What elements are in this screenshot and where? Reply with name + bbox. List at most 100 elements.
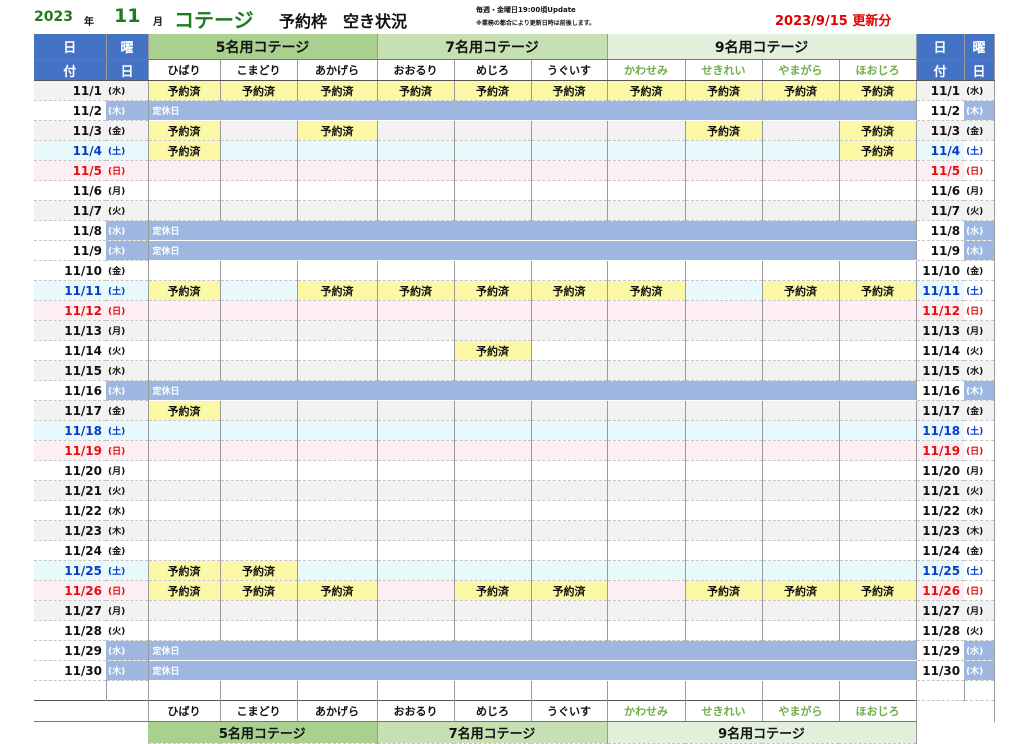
slot-cell [685,540,763,561]
day-row: 11/28 (火) 11/28 (火) [34,620,995,641]
slot-cell [762,400,840,421]
slot-cell [839,620,917,641]
slot-cell [220,600,298,621]
slot-cell [607,620,686,641]
date-cell: 11/29 [34,640,106,661]
weekday-cell-right: (日) [964,580,995,601]
slot-cell: 予約済 [148,580,221,601]
day-row: 11/15 (水) 11/15 (水) [34,360,995,381]
slot-cell: 予約済 [762,80,840,101]
date-cell-right: 11/17 [916,400,965,421]
slot-cell: 予約済 [297,120,378,141]
date-cell-right: 11/12 [916,300,965,321]
empty-cell [916,722,994,744]
slot-cell [839,500,917,521]
day-row: 11/4 (土) 予約済 予約済 11/4 (土) [34,140,995,161]
slot-cell [297,340,378,361]
slot-cell [531,460,608,481]
slot-cell [762,540,840,561]
cottage-name: ほおじろ [839,700,917,722]
empty-cell [762,680,840,701]
weekday-cell-right: (土) [964,560,995,581]
weekday-cell-right: (水) [964,640,995,661]
booked-label: 予約済 [784,584,818,598]
date-cell-right: 11/5 [916,160,965,181]
weekday-cell: (日) [106,160,149,181]
slot-cell [220,300,298,321]
slot-cell [377,480,455,501]
slot-cell: 予約済 [220,80,298,101]
slot-cell [607,500,686,521]
slot-cell [685,440,763,461]
slot-cell [762,620,840,641]
month-suffix: 月 [153,17,163,28]
weekday-cell-right: (土) [964,280,995,301]
slot-cell [685,560,763,581]
weekday-cell: (金) [106,120,149,141]
date-cell-right: 11/26 [916,580,965,601]
slot-cell [531,200,608,221]
slot-cell [148,180,221,201]
empty-cell [607,680,686,701]
weekday-cell-right: (水) [964,360,995,381]
booked-label: 予約済 [707,84,741,98]
slot-cell [220,260,298,281]
slot-cell [685,500,763,521]
weekday-cell-right: (金) [964,400,995,421]
slot-cell [531,420,608,441]
footer-cottage-row: ひばり こまどり あかげら おおるり めじろ うぐいす かわせみ せきれい やまがら ほおじろ [34,700,995,722]
empty-cell [220,680,298,701]
slot-cell: 予約済 [148,80,221,101]
slot-cell [454,200,532,221]
slot-cell: 予約済 [531,80,608,101]
slot-cell [762,440,840,461]
empty-cell [148,680,221,701]
slot-cell: 予約済 [839,120,917,141]
slot-cell [531,160,608,181]
updated-date: 2023/9/15 更新分 [775,14,892,29]
date-cell: 11/21 [34,480,106,501]
slot-cell [220,200,298,221]
slot-cell [377,300,455,321]
slot-cell: 予約済 [607,80,686,101]
weekday-cell: (火) [106,340,149,361]
date-cell-right: 11/2 [916,100,965,121]
empty-cell [34,700,149,722]
slot-cell [148,160,221,181]
date-cell-right: 11/27 [916,600,965,621]
weekday-cell-right: (土) [964,140,995,161]
slot-cell [297,520,378,541]
slot-cell [607,200,686,221]
booked-label: 予約済 [552,584,586,598]
slot-cell [762,260,840,281]
slot-cell [297,620,378,641]
date-cell-right: 11/30 [916,660,965,681]
slot-cell [297,140,378,161]
slot-cell [685,340,763,361]
slot-cell: 予約済 [220,560,298,581]
day-row: 11/7 (火) 11/7 (火) [34,200,995,221]
date-cell-right: 11/9 [916,240,965,261]
weekday-cell-right: (木) [964,660,995,681]
slot-cell [839,200,917,221]
cottage-name: ほおじろ [839,59,917,81]
date-cell: 11/2 [34,100,106,121]
slot-cell [297,200,378,221]
holiday-bar: 定休日 [148,240,917,261]
date-cell-right: 11/6 [916,180,965,201]
slot-cell [148,340,221,361]
empty-cell [34,722,148,744]
slot-cell [839,400,917,421]
slot-cell [607,580,686,601]
empty-cell [916,700,995,722]
slot-cell [607,300,686,321]
empty-cell [839,680,917,701]
slot-cell [685,140,763,161]
date-cell: 11/6 [34,180,106,201]
slot-cell [685,520,763,541]
date-cell: 11/13 [34,320,106,341]
slot-cell [297,480,378,501]
slot-cell [454,440,532,461]
slot-cell [531,300,608,321]
slot-cell [762,560,840,581]
